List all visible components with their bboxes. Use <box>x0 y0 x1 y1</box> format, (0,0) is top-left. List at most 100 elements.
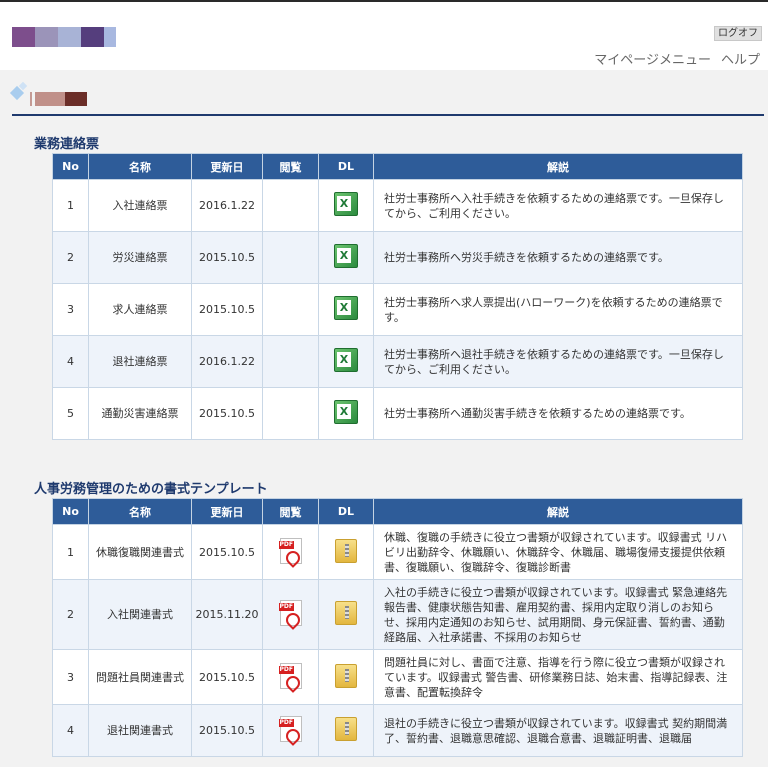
row-date: 2016.1.22 <box>191 335 263 388</box>
row-no: 4 <box>52 335 89 388</box>
row-date: 2015.11.20 <box>191 579 263 650</box>
redaction-block <box>30 92 32 106</box>
row-date: 2016.1.22 <box>191 179 263 232</box>
column-header-name: 名称 <box>88 153 192 180</box>
row-date: 2015.10.5 <box>191 704 263 757</box>
table-row: 3 求人連絡票 2015.10.5 社労士事務所へ求人票提出(ハローワーク)を依… <box>52 283 743 336</box>
row-no: 4 <box>52 704 89 757</box>
logo-block <box>35 27 58 47</box>
nav-mypage-menu[interactable]: マイページメニュー <box>594 49 711 68</box>
column-header-desc: 解説 <box>373 153 743 180</box>
hr-templates-table: No 名称 更新日 閲覧 DL 解説 1 休職復職関連書式 2015.10.5 … <box>52 498 743 757</box>
table-row: 4 退社関連書式 2015.10.5 退社の手続きに役立つ書類が収録されています… <box>52 704 743 757</box>
column-header-date: 更新日 <box>191 498 263 525</box>
row-name: 通勤災害連絡票 <box>88 387 192 440</box>
excel-icon[interactable] <box>334 244 358 268</box>
row-name: 労災連絡票 <box>88 231 192 284</box>
table-row: 2 労災連絡票 2015.10.5 社労士事務所へ労災手続きを依頼するための連絡… <box>52 231 743 284</box>
column-header-no: No <box>52 153 89 180</box>
table-row: 1 休職復職関連書式 2015.10.5 休職、復職の手続きに役立つ書類が収録さ… <box>52 524 743 580</box>
row-dl <box>318 283 374 336</box>
row-no: 3 <box>52 649 89 705</box>
row-no: 5 <box>52 387 89 440</box>
redaction-block <box>65 92 87 106</box>
logo-block <box>104 27 116 47</box>
business-forms-table: No 名称 更新日 閲覧 DL 解説 1 入社連絡票 2016.1.22 社労士… <box>52 153 743 440</box>
excel-icon[interactable] <box>334 296 358 320</box>
row-name: 退社連絡票 <box>88 335 192 388</box>
column-header-view: 閲覧 <box>262 498 319 525</box>
row-date: 2015.10.5 <box>191 283 263 336</box>
row-name: 問題社員関連書式 <box>88 649 192 705</box>
zip-icon[interactable] <box>335 717 357 741</box>
row-no: 3 <box>52 283 89 336</box>
section-title-business-forms: 業務連絡票 <box>34 137 100 152</box>
section-title-hr-templates: 人事労務管理のための書式テンプレート <box>34 482 268 497</box>
row-dl <box>318 524 374 580</box>
site-logo[interactable] <box>12 27 116 47</box>
table-row: 5 通勤災害連絡票 2015.10.5 社労士事務所へ通勤災害手続きを依頼するた… <box>52 387 743 440</box>
user-bar <box>0 80 768 116</box>
row-no: 2 <box>52 231 89 284</box>
pdf-icon[interactable] <box>278 716 302 742</box>
column-header-dl: DL <box>318 153 374 180</box>
row-date: 2015.10.5 <box>191 387 263 440</box>
row-view <box>262 524 319 580</box>
row-no: 1 <box>52 524 89 580</box>
column-header-name: 名称 <box>88 498 192 525</box>
row-description: 社労士事務所へ労災手続きを依頼するための連絡票です。 <box>373 231 743 284</box>
row-date: 2015.10.5 <box>191 524 263 580</box>
excel-icon[interactable] <box>334 400 358 424</box>
pdf-icon[interactable] <box>278 600 302 626</box>
row-dl <box>318 179 374 232</box>
row-name: 退社関連書式 <box>88 704 192 757</box>
logo-block <box>12 27 35 47</box>
row-view <box>262 579 319 650</box>
table-header-row: No 名称 更新日 閲覧 DL 解説 <box>52 153 743 180</box>
logo-block <box>58 27 81 47</box>
table-row: 2 入社関連書式 2015.11.20 入社の手続きに役立つ書類が収録されていま… <box>52 579 743 650</box>
redaction-block <box>35 92 65 106</box>
site-header: ログオフ マイページメニュー ヘルプ <box>0 2 768 70</box>
excel-icon[interactable] <box>334 192 358 216</box>
table-row: 3 問題社員関連書式 2015.10.5 問題社員に対し、書面で注意、指導を行う… <box>52 649 743 705</box>
row-view <box>262 231 319 284</box>
pdf-icon[interactable] <box>278 537 302 564</box>
row-date: 2015.10.5 <box>191 231 263 284</box>
user-name-redacted <box>30 92 87 106</box>
zip-icon[interactable] <box>335 601 357 625</box>
table-row: 4 退社連絡票 2016.1.22 社労士事務所へ退社手続きを依頼するための連絡… <box>52 335 743 388</box>
divider <box>12 114 764 116</box>
row-name: 入社関連書式 <box>88 579 192 650</box>
row-dl <box>318 335 374 388</box>
zip-icon[interactable] <box>335 663 357 688</box>
column-header-no: No <box>52 498 89 525</box>
nav-help[interactable]: ヘルプ <box>721 49 760 68</box>
column-header-desc: 解説 <box>373 498 743 525</box>
row-description: 入社の手続きに役立つ書類が収録されています。収録書式 緊急連絡先報告書、健康状態… <box>373 579 743 650</box>
excel-icon[interactable] <box>334 348 358 372</box>
row-dl <box>318 704 374 757</box>
row-name: 休職復職関連書式 <box>88 524 192 580</box>
row-date: 2015.10.5 <box>191 649 263 705</box>
table-row: 1 入社連絡票 2016.1.22 社労士事務所へ入社手続きを依頼するための連絡… <box>52 179 743 232</box>
row-description: 社労士事務所へ退社手続きを依頼するための連絡票です。一旦保存してから、ご利用くだ… <box>373 335 743 388</box>
row-view <box>262 283 319 336</box>
column-header-dl: DL <box>318 498 374 525</box>
row-dl <box>318 387 374 440</box>
row-view <box>262 649 319 705</box>
column-header-date: 更新日 <box>191 153 263 180</box>
row-no: 1 <box>52 179 89 232</box>
row-dl <box>318 231 374 284</box>
row-view <box>262 704 319 757</box>
row-name: 入社連絡票 <box>88 179 192 232</box>
row-view <box>262 387 319 440</box>
row-dl <box>318 579 374 650</box>
row-description: 社労士事務所へ入社手続きを依頼するための連絡票です。一旦保存してから、ご利用くだ… <box>373 179 743 232</box>
column-header-view: 閲覧 <box>262 153 319 180</box>
pdf-icon[interactable] <box>278 662 302 689</box>
top-nav: マイページメニュー ヘルプ <box>594 49 760 68</box>
zip-icon[interactable] <box>335 538 357 563</box>
logout-button[interactable]: ログオフ <box>714 26 762 41</box>
row-view <box>262 179 319 232</box>
